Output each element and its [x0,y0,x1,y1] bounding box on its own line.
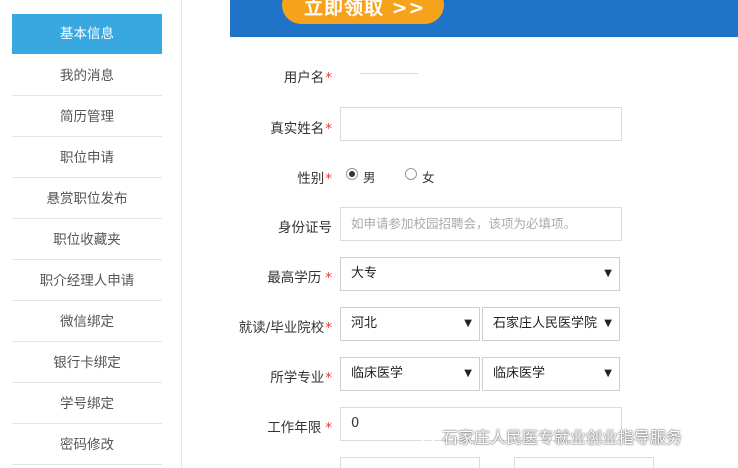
chevron-down-icon: ▼ [464,318,472,329]
chevron-down-icon: ▼ [464,368,472,379]
next-row-input[interactable] [340,457,480,468]
claim-now-button[interactable]: 立即领取 >> [282,0,444,24]
sidebar-item-basic-info[interactable]: 基本信息 [12,14,162,54]
gender-male-label: 男 [363,170,376,185]
school-province-select[interactable]: 河北 ▼ [340,307,480,341]
major-name-select[interactable]: 临床医学 ▼ [482,357,620,391]
username-label: 用户名* [283,70,332,86]
wechat-icon [414,427,435,444]
sidebar: 基本信息 我的消息 简历管理 职位申请 悬赏职位发布 职位收藏夹 职介经理人申请… [0,0,182,468]
idcard-placeholder: 如申请参加校园招聘会，该项为必填项。 [351,216,577,231]
gender-female-radio[interactable] [405,168,417,180]
major-label: 所学专业* [270,370,332,386]
work-years-label: 工作年限 * [267,420,332,436]
wechat-watermark: 石家庄人民医专就业创业指导服务 [414,424,682,448]
gender-male-radio[interactable] [346,168,358,180]
sidebar-item-favorites[interactable]: 职位收藏夹 [12,220,162,260]
realname-label: 真实姓名* [270,121,332,137]
sidebar-item-password[interactable]: 密码修改 [12,425,162,465]
next-row-input-2[interactable] [514,457,654,468]
sidebar-item-messages[interactable]: 我的消息 [12,56,162,96]
realname-input[interactable] [340,107,622,141]
watermark-text: 石家庄人民医专就业创业指导服务 [442,428,683,447]
username-value-line [360,73,418,74]
chevron-down-icon: ▼ [604,268,612,279]
gender-label: 性别* [297,171,332,187]
education-label: 最高学历 * [267,270,332,286]
promo-banner: 立即领取 >> [230,0,738,37]
school-label: 就读/毕业院校* [238,320,332,336]
school-name-select[interactable]: 石家庄人民医学院 ▼ [482,307,620,341]
sidebar-item-agent-apply[interactable]: 职介经理人申请 [12,261,162,301]
chevron-down-icon: ▼ [602,308,612,340]
idcard-label: 身份证号 [278,220,332,236]
sidebar-item-resume[interactable]: 简历管理 [12,97,162,137]
sidebar-item-bounty-post[interactable]: 悬赏职位发布 [12,179,162,219]
sidebar-item-student-id-bind[interactable]: 学号绑定 [12,384,162,424]
sidebar-item-wechat-bind[interactable]: 微信绑定 [12,302,162,342]
major-category-select[interactable]: 临床医学 ▼ [340,357,480,391]
sidebar-item-bank-bind[interactable]: 银行卡绑定 [12,343,162,383]
education-select[interactable]: 大专 ▼ [340,257,620,291]
gender-female-label: 女 [422,170,435,185]
chevron-down-icon: ▼ [604,368,612,379]
idcard-input[interactable]: 如申请参加校园招聘会，该项为必填项。 [340,207,622,241]
sidebar-item-applications[interactable]: 职位申请 [12,138,162,178]
